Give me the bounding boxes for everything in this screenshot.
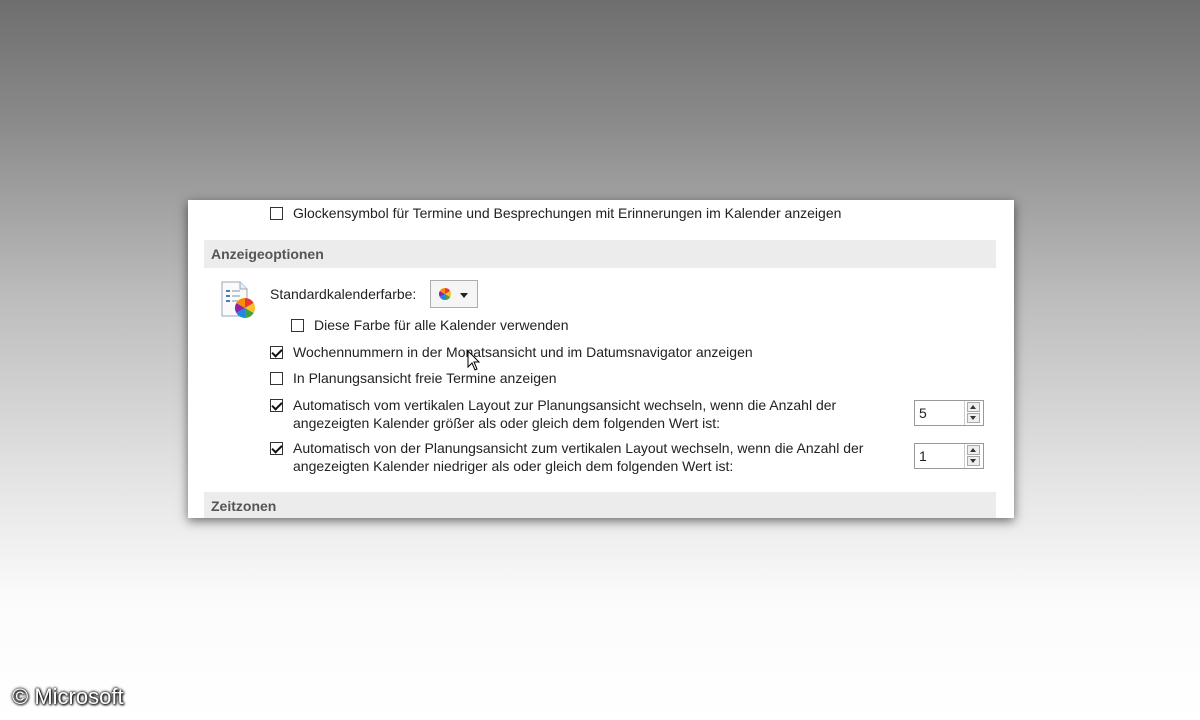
calendar-color-icon — [221, 281, 255, 318]
schedule-threshold-buttons — [964, 401, 983, 425]
section-header-display-options: Anzeigeoptionen — [204, 240, 996, 268]
bell-reminder-checkbox[interactable] — [270, 206, 283, 220]
schedule-threshold-stepper[interactable]: 5 — [914, 400, 984, 426]
bell-reminder-option[interactable]: Glockensymbol für Termine und Besprechun… — [270, 204, 841, 222]
auto-switch-vertical-checkbox[interactable] — [270, 442, 283, 455]
color-wheel-icon — [438, 288, 452, 300]
vertical-threshold-value[interactable]: 1 — [919, 448, 927, 464]
bell-reminder-label: Glockensymbol für Termine und Besprechun… — [293, 205, 842, 221]
use-color-all-checkbox[interactable] — [291, 318, 304, 332]
mouse-cursor-icon — [467, 350, 481, 371]
auto-switch-vertical-option[interactable]: Automatisch von der Planungsansicht zum … — [270, 439, 863, 475]
free-appointments-checkbox[interactable] — [270, 371, 283, 385]
auto-switch-schedule-label: Automatisch vom vertikalen Layout zur Pl… — [293, 396, 836, 432]
chevron-down-icon — [460, 293, 468, 298]
week-numbers-option[interactable]: Wochennummern in der Monatsansicht und i… — [270, 343, 753, 361]
auto-switch-schedule-option[interactable]: Automatisch vom vertikalen Layout zur Pl… — [270, 396, 836, 432]
auto-switch-schedule-line1: Automatisch vom vertikalen Layout zur Pl… — [293, 397, 837, 413]
vertical-threshold-buttons — [964, 444, 983, 468]
week-numbers-checkbox[interactable] — [270, 345, 283, 359]
free-appointments-label: In Planungsansicht freie Termine anzeige… — [293, 370, 557, 386]
outlook-calendar-options-panel: Glockensymbol für Termine und Besprechun… — [188, 200, 1014, 518]
schedule-threshold-value[interactable]: 5 — [919, 405, 927, 421]
vertical-threshold-stepper[interactable]: 1 — [914, 443, 984, 469]
copyright-watermark: © Microsoft — [12, 684, 124, 709]
spin-down-icon[interactable] — [967, 413, 980, 423]
use-color-all-option[interactable]: Diese Farbe für alle Kalender verwenden — [291, 316, 568, 334]
section-header-timezones: Zeitzonen — [204, 492, 996, 518]
free-appointments-option[interactable]: In Planungsansicht freie Termine anzeige… — [270, 369, 557, 387]
auto-switch-vertical-label: Automatisch von der Planungsansicht zum … — [293, 439, 863, 475]
spin-down-icon[interactable] — [967, 456, 980, 466]
week-numbers-label: Wochennummern in der Monatsansicht und i… — [293, 344, 753, 360]
auto-switch-vertical-line1: Automatisch von der Planungsansicht zum … — [293, 440, 864, 456]
spin-up-icon[interactable] — [967, 402, 980, 412]
default-calendar-color-row: Standardkalenderfarbe: — [270, 286, 416, 302]
default-calendar-color-label: Standardkalenderfarbe: — [270, 286, 417, 302]
calendar-color-dropdown[interactable] — [430, 280, 478, 308]
auto-switch-vertical-line2: angezeigten Kalender niedriger als oder … — [293, 458, 734, 474]
auto-switch-schedule-line2: angezeigten Kalender größer als oder gle… — [293, 415, 720, 431]
use-color-all-label: Diese Farbe für alle Kalender verwenden — [314, 317, 569, 333]
auto-switch-schedule-checkbox[interactable] — [270, 399, 283, 412]
spin-up-icon[interactable] — [967, 445, 980, 455]
